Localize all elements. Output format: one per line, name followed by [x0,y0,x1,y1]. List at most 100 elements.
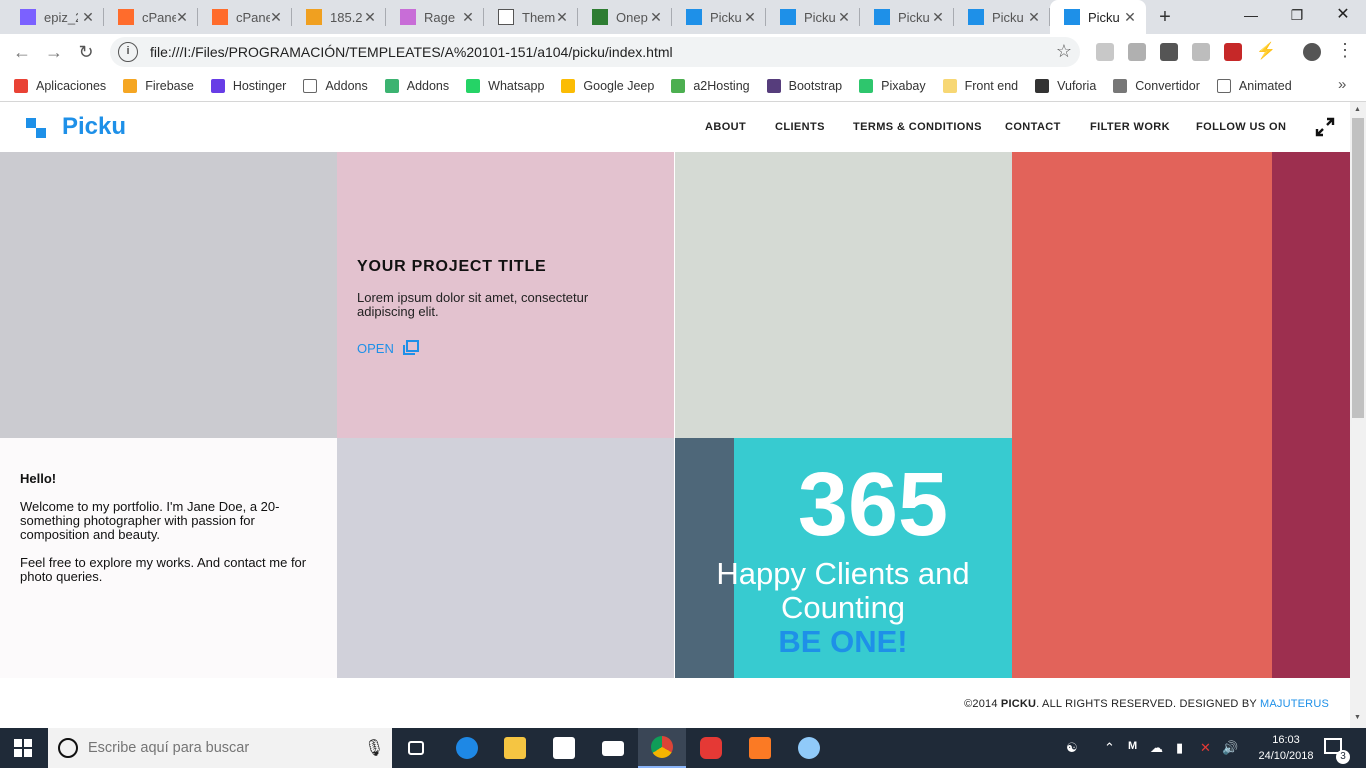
browser-tab[interactable]: Picku ✕ [860,0,954,34]
task-view-icon[interactable] [392,728,440,768]
store-icon[interactable] [540,728,588,768]
bookmark-item[interactable]: Bootstrap [766,78,842,93]
nav-clients[interactable]: CLIENTS [775,121,825,133]
wifi-off-icon[interactable]: ✕ [1200,740,1211,756]
network-icon[interactable]: ☁ [1150,740,1163,756]
browser-tab[interactable]: 185.2 ✕ [292,0,386,34]
bookmark-item[interactable]: Convertidor [1113,78,1200,93]
nav-contact[interactable]: CONTACT [1005,121,1061,133]
browser-tab[interactable]: cPane ✕ [104,0,198,34]
project-open-link[interactable]: OPEN [357,340,420,356]
close-tab-icon[interactable]: ✕ [742,9,758,25]
bookmark-item[interactable]: Pixabay [859,78,926,93]
bookmark-item[interactable]: a2Hosting [671,78,750,93]
minimize-window-button[interactable]: — [1228,0,1274,30]
nav-about[interactable]: ABOUT [705,121,746,133]
nav-terms[interactable]: TERMS & CONDITIONS [853,121,982,133]
close-tab-icon[interactable]: ✕ [648,9,664,25]
tray-chevron-icon[interactable]: ⌃ [1104,740,1115,756]
restore-window-button[interactable]: ❐ [1274,0,1320,30]
scroll-down-arrow-icon[interactable]: ▼ [1354,714,1361,721]
browser-tab[interactable]: Picku ✕ [766,0,860,34]
bookmark-item[interactable]: Vuforia [1035,78,1096,93]
windows-start-icon[interactable] [14,739,32,757]
extension-icon[interactable] [1128,43,1146,61]
site-info-icon[interactable]: i [118,42,138,62]
chrome-icon[interactable] [638,728,686,768]
close-tab-icon[interactable]: ✕ [1122,9,1138,25]
portfolio-tile[interactable] [337,438,674,678]
close-tab-icon[interactable]: ✕ [836,9,852,25]
browser-tab[interactable]: cPane ✕ [198,0,292,34]
footer-designer-link[interactable]: MAJUTERUS [1260,698,1329,710]
page-scrollbar[interactable]: ▲ ▼ [1350,102,1366,728]
forward-button[interactable]: → [40,38,68,66]
bookmark-item[interactable]: Aplicaciones [14,78,106,93]
picku-logo-icon[interactable] [26,118,48,140]
extension-icon[interactable] [1192,43,1210,61]
system-clock[interactable]: 16:03 24/10/2018 [1256,732,1316,764]
close-tab-icon[interactable]: ✕ [554,9,570,25]
lightning-extension-icon[interactable]: ⚡ [1256,43,1276,61]
tray-app-icon[interactable]: M [1128,740,1137,752]
back-button[interactable]: ← [8,38,36,66]
bookmark-item[interactable]: Whatsapp [466,78,544,93]
xampp-icon[interactable] [736,728,784,768]
bookmark-item[interactable]: Animated [1216,78,1292,93]
url-input[interactable] [150,44,1030,60]
portfolio-tile[interactable] [1272,152,1350,678]
profile-avatar-icon[interactable] [1303,43,1321,61]
close-window-button[interactable]: ✕ [1320,0,1366,30]
file-explorer-icon[interactable] [491,728,539,768]
menu-kebab-icon[interactable]: ⋮ [1336,40,1354,61]
taskbar-search-input[interactable] [88,740,348,756]
battery-icon[interactable]: ▮ [1176,740,1183,756]
close-tab-icon[interactable]: ✕ [1026,9,1042,25]
close-tab-icon[interactable]: ✕ [80,9,96,25]
close-tab-icon[interactable]: ✕ [460,9,476,25]
bookmark-star-icon[interactable]: ☆ [1056,41,1072,62]
browser-tab[interactable]: Rage ✕ [386,0,484,34]
browser-tab[interactable]: Them ✕ [484,0,578,34]
nav-follow-us[interactable]: FOLLOW US ON [1196,121,1286,133]
browser-tab[interactable]: Picku ✕ [1050,0,1146,34]
edge-icon[interactable] [443,728,491,768]
bookmark-item[interactable]: Firebase [123,78,194,93]
browser-tab[interactable]: Picku ✕ [672,0,766,34]
close-tab-icon[interactable]: ✕ [174,9,190,25]
portfolio-tile[interactable] [1012,152,1272,678]
close-tab-icon[interactable]: ✕ [362,9,378,25]
taskbar-search[interactable]: 🎙 [48,728,392,768]
portfolio-tile[interactable] [674,152,1012,438]
fullscreen-expand-icon[interactable] [1315,117,1335,137]
portfolio-tile[interactable] [0,152,337,438]
people-icon[interactable]: ☯ [1066,740,1078,756]
download-extension-icon[interactable] [1224,43,1242,61]
bookmark-item[interactable]: Addons [384,78,449,93]
bookmark-item[interactable]: Hostinger [210,78,286,93]
browser-tab[interactable]: epiz_2✕ [6,0,104,34]
keep-extension-icon[interactable] [1160,43,1178,61]
nav-filter-work[interactable]: FILTER WORK [1090,121,1170,133]
address-bar[interactable]: i ☆ [110,37,1080,67]
paint-icon[interactable] [785,728,833,768]
counter-cta-link[interactable]: BE ONE! [734,625,952,659]
new-tab-button[interactable]: + [1152,4,1178,30]
microphone-icon[interactable]: 🎙 [364,738,384,758]
close-tab-icon[interactable]: ✕ [268,9,284,25]
browser-tab[interactable]: Picku ✕ [954,0,1050,34]
app-red-icon[interactable] [687,728,735,768]
bookmark-item[interactable]: Addons [303,78,368,93]
project-tile[interactable]: YOUR PROJECT TITLE Lorem ipsum dolor sit… [337,152,674,438]
close-tab-icon[interactable]: ✕ [930,9,946,25]
bookmark-item[interactable]: Front end [942,78,1018,93]
reload-button[interactable]: ↻ [72,38,100,66]
site-logo-text[interactable]: Picku [62,113,126,141]
mail-icon[interactable] [589,728,637,768]
browser-tab[interactable]: Onep ✕ [578,0,672,34]
pdf-extension-icon[interactable] [1096,43,1114,61]
scroll-up-arrow-icon[interactable]: ▲ [1354,106,1361,113]
volume-icon[interactable]: 🔊 [1222,740,1238,756]
scrollbar-thumb[interactable] [1352,118,1364,418]
bookmarks-overflow-button[interactable]: » [1338,76,1346,93]
